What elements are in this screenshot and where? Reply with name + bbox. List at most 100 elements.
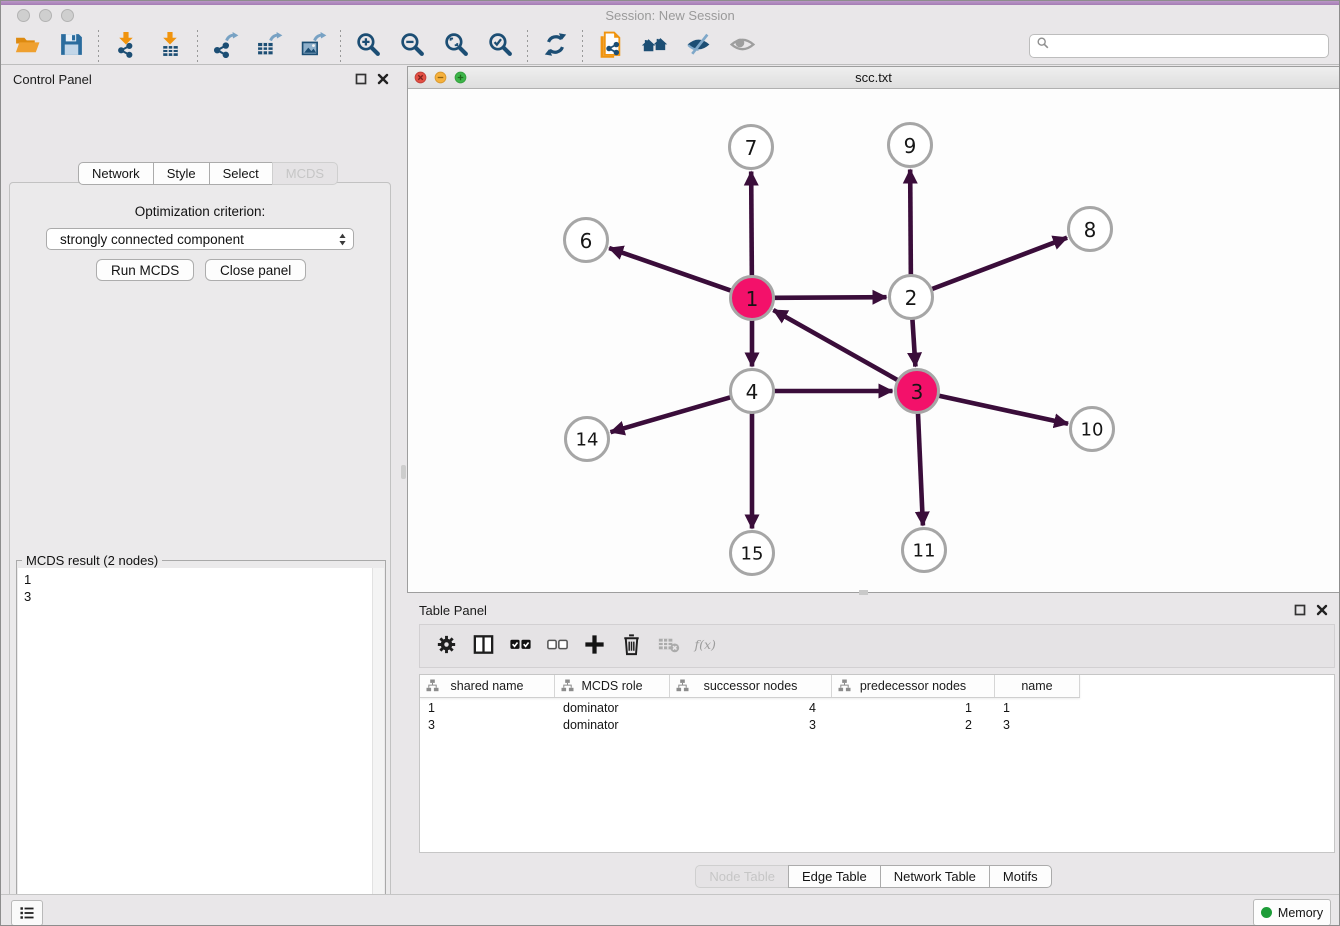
new-network-from-selection-icon bbox=[597, 31, 624, 61]
cell-shared-name: 1 bbox=[420, 701, 555, 715]
cell-predecessor-nodes: 1 bbox=[832, 701, 995, 715]
float-panel-icon[interactable] bbox=[355, 72, 367, 90]
edge-1-7[interactable] bbox=[751, 171, 752, 275]
save-session-button[interactable] bbox=[49, 29, 93, 63]
export-image-button[interactable] bbox=[291, 29, 335, 63]
open-session-button[interactable] bbox=[5, 29, 49, 63]
zoom-in-button[interactable] bbox=[346, 29, 390, 63]
run-mcds-button[interactable]: Run MCDS bbox=[96, 259, 194, 281]
float-panel-icon[interactable] bbox=[1294, 603, 1306, 621]
task-history-button[interactable] bbox=[11, 900, 43, 926]
node-label-2: 2 bbox=[905, 286, 918, 310]
column-label: name bbox=[1021, 679, 1052, 693]
edge-2-9[interactable] bbox=[910, 169, 911, 274]
edge-1-2[interactable] bbox=[774, 297, 886, 298]
zoom-out-button[interactable] bbox=[390, 29, 434, 63]
close-panel-icon[interactable] bbox=[377, 72, 389, 90]
column-header-predecessor-nodes[interactable]: predecessor nodes bbox=[832, 675, 995, 697]
control-panel: Control Panel NetworkStyleSelectMCDS Opt… bbox=[1, 66, 401, 883]
tab-style[interactable]: Style bbox=[153, 162, 210, 185]
window-title: Session: New Session bbox=[1, 8, 1339, 23]
zoom-fit-button[interactable] bbox=[434, 29, 478, 63]
cell-name: 1 bbox=[995, 701, 1080, 715]
edge-3-1[interactable] bbox=[773, 310, 897, 380]
toolbar-separator bbox=[98, 30, 99, 62]
first-neighbors-icon bbox=[641, 31, 668, 61]
optimization-criterion-select[interactable]: strongly connected component bbox=[46, 228, 354, 250]
node-label-9: 9 bbox=[904, 134, 917, 158]
network-canvas[interactable]: 7968124314101511 bbox=[408, 89, 1339, 592]
import-table-button[interactable] bbox=[148, 29, 192, 63]
zoom-selected-button[interactable] bbox=[478, 29, 522, 63]
mcds-result-text[interactable]: 13 bbox=[18, 568, 384, 926]
search-input[interactable] bbox=[1050, 36, 1328, 56]
search-box[interactable] bbox=[1029, 34, 1329, 58]
table-settings-button[interactable] bbox=[428, 628, 465, 664]
network-graph[interactable]: 7968124314101511 bbox=[408, 89, 1339, 592]
edge-2-8[interactable] bbox=[932, 238, 1067, 289]
edge-3-11[interactable] bbox=[918, 413, 923, 525]
cell-MCDS-role: dominator bbox=[555, 718, 670, 732]
column-header-name[interactable]: name bbox=[995, 675, 1080, 697]
hide-graphics-details-button[interactable] bbox=[676, 29, 720, 63]
close-panel-button[interactable]: Close panel bbox=[205, 259, 306, 281]
table-toolbar: f(x) bbox=[419, 624, 1335, 668]
tab-mcds[interactable]: MCDS bbox=[272, 162, 338, 185]
export-network-button[interactable] bbox=[203, 29, 247, 63]
tab-network-table[interactable]: Network Table bbox=[880, 865, 990, 888]
apply-layout-button[interactable] bbox=[533, 29, 577, 63]
table-row[interactable]: 1dominator411 bbox=[420, 699, 1334, 716]
delete-table-button bbox=[650, 628, 687, 664]
add-column-button[interactable] bbox=[576, 628, 613, 664]
edge-1-6[interactable] bbox=[609, 248, 731, 290]
import-network-button[interactable] bbox=[104, 29, 148, 63]
deselect-all-icon bbox=[545, 632, 570, 660]
result-scrollbar[interactable] bbox=[372, 568, 384, 926]
edge-2-3[interactable] bbox=[912, 319, 915, 366]
show-columns-button[interactable] bbox=[465, 628, 502, 664]
vertical-splitter-handle[interactable] bbox=[401, 465, 406, 479]
horizontal-splitter-handle[interactable] bbox=[859, 590, 868, 595]
table-row[interactable]: 3dominator323 bbox=[420, 716, 1334, 733]
export-table-icon bbox=[256, 31, 283, 61]
node-label-8: 8 bbox=[1084, 218, 1097, 242]
close-panel-icon[interactable] bbox=[1316, 603, 1328, 621]
toolbar-separator bbox=[197, 30, 198, 62]
network-window-titlebar: scc.txt bbox=[408, 67, 1339, 89]
control-panel-tabs: NetworkStyleSelectMCDS bbox=[78, 162, 338, 185]
network-window-title: scc.txt bbox=[408, 70, 1339, 85]
edge-3-10[interactable] bbox=[939, 396, 1068, 424]
select-chevrons-icon bbox=[338, 232, 347, 247]
tab-select[interactable]: Select bbox=[209, 162, 273, 185]
tab-node-table[interactable]: Node Table bbox=[695, 865, 789, 888]
function-builder-icon: f(x) bbox=[693, 632, 718, 660]
new-network-from-selection-button[interactable] bbox=[588, 29, 632, 63]
edge-4-14[interactable] bbox=[611, 397, 731, 432]
node-label-1: 1 bbox=[746, 287, 759, 311]
first-neighbors-button[interactable] bbox=[632, 29, 676, 63]
export-network-icon bbox=[212, 31, 239, 61]
cell-successor-nodes: 3 bbox=[670, 718, 832, 732]
column-header-MCDS-role[interactable]: MCDS role bbox=[555, 675, 670, 697]
show-graphics-details-button[interactable] bbox=[720, 29, 764, 63]
result-line: 3 bbox=[24, 588, 384, 605]
selected-option: strongly connected component bbox=[60, 232, 338, 247]
select-all-button[interactable] bbox=[502, 628, 539, 664]
column-header-shared-name[interactable]: shared name bbox=[420, 675, 555, 697]
column-header-successor-nodes[interactable]: successor nodes bbox=[670, 675, 832, 697]
mcds-result-box: MCDS result (2 nodes) 13 bbox=[16, 560, 386, 926]
optimization-criterion-label: Optimization criterion: bbox=[10, 204, 390, 219]
delete-table-icon bbox=[656, 632, 681, 660]
cell-predecessor-nodes: 2 bbox=[832, 718, 995, 732]
tab-network[interactable]: Network bbox=[78, 162, 154, 185]
svg-text:f(x): f(x) bbox=[693, 637, 716, 652]
delete-column-button[interactable] bbox=[613, 628, 650, 664]
export-table-button[interactable] bbox=[247, 29, 291, 63]
tab-motifs[interactable]: Motifs bbox=[989, 865, 1052, 888]
memory-button[interactable]: Memory bbox=[1253, 899, 1331, 926]
node-table[interactable]: shared nameMCDS rolesuccessor nodesprede… bbox=[419, 674, 1335, 853]
show-columns-icon bbox=[471, 632, 496, 660]
tab-edge-table[interactable]: Edge Table bbox=[788, 865, 881, 888]
window-titlebar: Session: New Session bbox=[1, 5, 1339, 27]
deselect-all-button[interactable] bbox=[539, 628, 576, 664]
